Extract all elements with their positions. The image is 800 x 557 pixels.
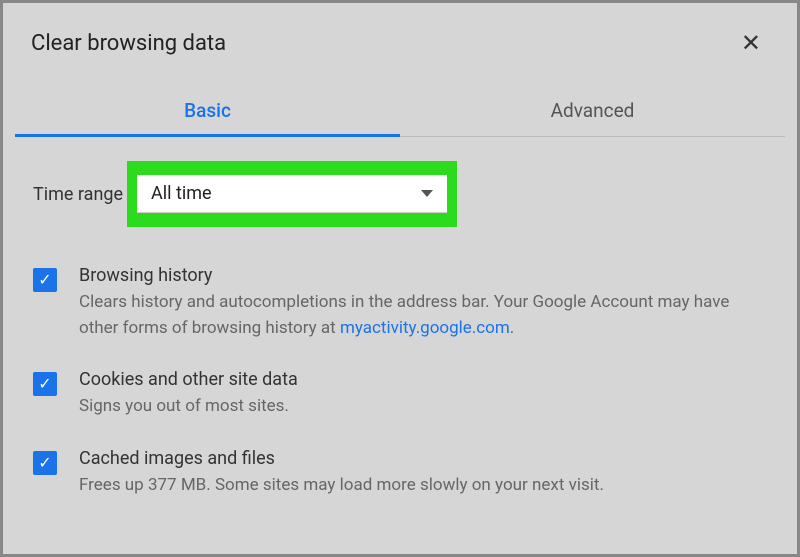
desc-text-after: . (510, 318, 514, 338)
option-cookies: ✓ Cookies and other site data Signs you … (33, 369, 767, 420)
checkbox-cache[interactable]: ✓ (33, 451, 57, 475)
option-text: Cached images and files Frees up 377 MB.… (79, 448, 767, 499)
option-text: Cookies and other site data Signs you ou… (79, 369, 767, 420)
option-desc: Clears history and autocompletions in th… (79, 290, 767, 341)
dialog-content: Time range All time ✓ Browsing history C… (3, 137, 797, 498)
tab-advanced[interactable]: Advanced (400, 85, 785, 136)
option-cache: ✓ Cached images and files Frees up 377 M… (33, 448, 767, 499)
option-desc: Frees up 377 MB. Some sites may load mor… (79, 473, 767, 499)
check-icon: ✓ (38, 376, 51, 392)
check-icon: ✓ (38, 455, 51, 471)
close-icon[interactable]: ✕ (733, 25, 769, 61)
dialog-title: Clear browsing data (31, 31, 226, 56)
option-title: Cookies and other site data (79, 369, 767, 390)
option-title: Browsing history (79, 265, 767, 286)
time-range-value: All time (151, 183, 212, 204)
time-range-row: Time range All time (33, 161, 767, 227)
highlight-box: All time (127, 161, 457, 227)
option-browsing-history: ✓ Browsing history Clears history and au… (33, 265, 767, 341)
chevron-down-icon (421, 190, 433, 197)
clear-browsing-data-dialog: Clear browsing data ✕ Basic Advanced Tim… (3, 3, 797, 554)
time-range-dropdown[interactable]: All time (137, 175, 447, 213)
myactivity-link[interactable]: myactivity.google.com (340, 318, 510, 338)
tab-basic[interactable]: Basic (15, 85, 400, 136)
option-title: Cached images and files (79, 448, 767, 469)
time-range-label: Time range (33, 184, 127, 205)
checkbox-cookies[interactable]: ✓ (33, 372, 57, 396)
checkbox-browsing-history[interactable]: ✓ (33, 268, 57, 292)
check-icon: ✓ (38, 272, 51, 288)
option-desc: Signs you out of most sites. (79, 394, 767, 420)
dialog-header: Clear browsing data ✕ (3, 3, 797, 69)
tab-bar: Basic Advanced (15, 85, 785, 137)
option-text: Browsing history Clears history and auto… (79, 265, 767, 341)
